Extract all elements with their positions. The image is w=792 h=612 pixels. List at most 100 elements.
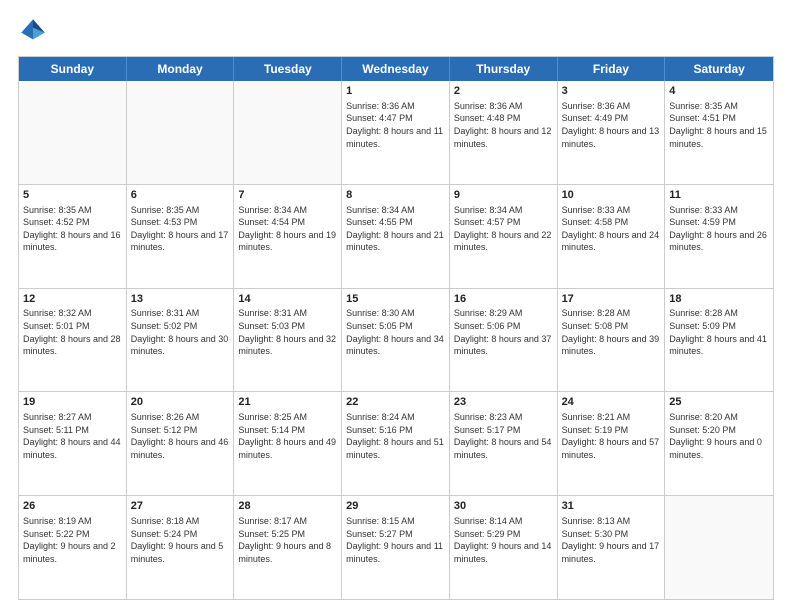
calendar-row: 1Sunrise: 8:36 AM Sunset: 4:47 PM Daylig… (19, 81, 773, 184)
calendar-day-13: 13Sunrise: 8:31 AM Sunset: 5:02 PM Dayli… (127, 289, 235, 392)
calendar-day-26: 26Sunrise: 8:19 AM Sunset: 5:22 PM Dayli… (19, 496, 127, 599)
calendar-day-10: 10Sunrise: 8:33 AM Sunset: 4:58 PM Dayli… (558, 185, 666, 288)
sun-info: Sunrise: 8:20 AM Sunset: 5:20 PM Dayligh… (669, 411, 769, 461)
day-number: 31 (562, 499, 661, 514)
calendar-day-29: 29Sunrise: 8:15 AM Sunset: 5:27 PM Dayli… (342, 496, 450, 599)
calendar-empty-cell (665, 496, 773, 599)
sun-info: Sunrise: 8:28 AM Sunset: 5:09 PM Dayligh… (669, 307, 769, 357)
day-number: 24 (562, 395, 661, 410)
day-number: 13 (131, 292, 230, 307)
calendar-row: 26Sunrise: 8:19 AM Sunset: 5:22 PM Dayli… (19, 495, 773, 599)
day-number: 8 (346, 188, 445, 203)
day-number: 19 (23, 395, 122, 410)
day-number: 5 (23, 188, 122, 203)
sun-info: Sunrise: 8:13 AM Sunset: 5:30 PM Dayligh… (562, 515, 661, 565)
day-number: 3 (562, 84, 661, 99)
day-number: 15 (346, 292, 445, 307)
weekday-header: Sunday (19, 57, 127, 81)
sun-info: Sunrise: 8:35 AM Sunset: 4:51 PM Dayligh… (669, 100, 769, 150)
sun-info: Sunrise: 8:19 AM Sunset: 5:22 PM Dayligh… (23, 515, 122, 565)
day-number: 14 (238, 292, 337, 307)
calendar-empty-cell (127, 81, 235, 184)
sun-info: Sunrise: 8:36 AM Sunset: 4:49 PM Dayligh… (562, 100, 661, 150)
calendar-empty-cell (234, 81, 342, 184)
calendar-day-2: 2Sunrise: 8:36 AM Sunset: 4:48 PM Daylig… (450, 81, 558, 184)
day-number: 17 (562, 292, 661, 307)
calendar-day-27: 27Sunrise: 8:18 AM Sunset: 5:24 PM Dayli… (127, 496, 235, 599)
calendar-day-28: 28Sunrise: 8:17 AM Sunset: 5:25 PM Dayli… (234, 496, 342, 599)
day-number: 22 (346, 395, 445, 410)
sun-info: Sunrise: 8:33 AM Sunset: 4:58 PM Dayligh… (562, 204, 661, 254)
calendar-day-11: 11Sunrise: 8:33 AM Sunset: 4:59 PM Dayli… (665, 185, 773, 288)
sun-info: Sunrise: 8:31 AM Sunset: 5:03 PM Dayligh… (238, 307, 337, 357)
calendar-day-31: 31Sunrise: 8:13 AM Sunset: 5:30 PM Dayli… (558, 496, 666, 599)
weekday-header: Monday (127, 57, 235, 81)
sun-info: Sunrise: 8:34 AM Sunset: 4:55 PM Dayligh… (346, 204, 445, 254)
day-number: 10 (562, 188, 661, 203)
logo (18, 16, 52, 46)
sun-info: Sunrise: 8:34 AM Sunset: 4:54 PM Dayligh… (238, 204, 337, 254)
day-number: 6 (131, 188, 230, 203)
calendar-row: 19Sunrise: 8:27 AM Sunset: 5:11 PM Dayli… (19, 391, 773, 495)
calendar-day-8: 8Sunrise: 8:34 AM Sunset: 4:55 PM Daylig… (342, 185, 450, 288)
day-number: 27 (131, 499, 230, 514)
day-number: 7 (238, 188, 337, 203)
header (18, 16, 774, 46)
sun-info: Sunrise: 8:15 AM Sunset: 5:27 PM Dayligh… (346, 515, 445, 565)
weekday-header: Tuesday (234, 57, 342, 81)
day-number: 12 (23, 292, 122, 307)
day-number: 21 (238, 395, 337, 410)
calendar-day-30: 30Sunrise: 8:14 AM Sunset: 5:29 PM Dayli… (450, 496, 558, 599)
day-number: 28 (238, 499, 337, 514)
day-number: 11 (669, 188, 769, 203)
day-number: 9 (454, 188, 553, 203)
sun-info: Sunrise: 8:27 AM Sunset: 5:11 PM Dayligh… (23, 411, 122, 461)
sun-info: Sunrise: 8:36 AM Sunset: 4:47 PM Dayligh… (346, 100, 445, 150)
day-number: 23 (454, 395, 553, 410)
sun-info: Sunrise: 8:24 AM Sunset: 5:16 PM Dayligh… (346, 411, 445, 461)
sun-info: Sunrise: 8:35 AM Sunset: 4:52 PM Dayligh… (23, 204, 122, 254)
sun-info: Sunrise: 8:17 AM Sunset: 5:25 PM Dayligh… (238, 515, 337, 565)
weekday-header: Thursday (450, 57, 558, 81)
sun-info: Sunrise: 8:28 AM Sunset: 5:08 PM Dayligh… (562, 307, 661, 357)
sun-info: Sunrise: 8:32 AM Sunset: 5:01 PM Dayligh… (23, 307, 122, 357)
sun-info: Sunrise: 8:33 AM Sunset: 4:59 PM Dayligh… (669, 204, 769, 254)
calendar-empty-cell (19, 81, 127, 184)
calendar-row: 5Sunrise: 8:35 AM Sunset: 4:52 PM Daylig… (19, 184, 773, 288)
calendar: SundayMondayTuesdayWednesdayThursdayFrid… (18, 56, 774, 600)
day-number: 25 (669, 395, 769, 410)
calendar-day-14: 14Sunrise: 8:31 AM Sunset: 5:03 PM Dayli… (234, 289, 342, 392)
weekday-header: Saturday (665, 57, 773, 81)
sun-info: Sunrise: 8:26 AM Sunset: 5:12 PM Dayligh… (131, 411, 230, 461)
sun-info: Sunrise: 8:14 AM Sunset: 5:29 PM Dayligh… (454, 515, 553, 565)
calendar-header: SundayMondayTuesdayWednesdayThursdayFrid… (19, 57, 773, 81)
calendar-day-25: 25Sunrise: 8:20 AM Sunset: 5:20 PM Dayli… (665, 392, 773, 495)
day-number: 30 (454, 499, 553, 514)
calendar-day-17: 17Sunrise: 8:28 AM Sunset: 5:08 PM Dayli… (558, 289, 666, 392)
calendar-day-24: 24Sunrise: 8:21 AM Sunset: 5:19 PM Dayli… (558, 392, 666, 495)
calendar-day-6: 6Sunrise: 8:35 AM Sunset: 4:53 PM Daylig… (127, 185, 235, 288)
calendar-day-9: 9Sunrise: 8:34 AM Sunset: 4:57 PM Daylig… (450, 185, 558, 288)
calendar-row: 12Sunrise: 8:32 AM Sunset: 5:01 PM Dayli… (19, 288, 773, 392)
calendar-day-5: 5Sunrise: 8:35 AM Sunset: 4:52 PM Daylig… (19, 185, 127, 288)
day-number: 18 (669, 292, 769, 307)
calendar-day-1: 1Sunrise: 8:36 AM Sunset: 4:47 PM Daylig… (342, 81, 450, 184)
sun-info: Sunrise: 8:29 AM Sunset: 5:06 PM Dayligh… (454, 307, 553, 357)
sun-info: Sunrise: 8:34 AM Sunset: 4:57 PM Dayligh… (454, 204, 553, 254)
calendar-day-3: 3Sunrise: 8:36 AM Sunset: 4:49 PM Daylig… (558, 81, 666, 184)
sun-info: Sunrise: 8:30 AM Sunset: 5:05 PM Dayligh… (346, 307, 445, 357)
calendar-body: 1Sunrise: 8:36 AM Sunset: 4:47 PM Daylig… (19, 81, 773, 599)
day-number: 4 (669, 84, 769, 99)
sun-info: Sunrise: 8:23 AM Sunset: 5:17 PM Dayligh… (454, 411, 553, 461)
weekday-header: Friday (558, 57, 666, 81)
sun-info: Sunrise: 8:35 AM Sunset: 4:53 PM Dayligh… (131, 204, 230, 254)
calendar-day-15: 15Sunrise: 8:30 AM Sunset: 5:05 PM Dayli… (342, 289, 450, 392)
calendar-day-22: 22Sunrise: 8:24 AM Sunset: 5:16 PM Dayli… (342, 392, 450, 495)
sun-info: Sunrise: 8:25 AM Sunset: 5:14 PM Dayligh… (238, 411, 337, 461)
calendar-day-7: 7Sunrise: 8:34 AM Sunset: 4:54 PM Daylig… (234, 185, 342, 288)
logo-icon (18, 16, 48, 46)
day-number: 16 (454, 292, 553, 307)
calendar-day-4: 4Sunrise: 8:35 AM Sunset: 4:51 PM Daylig… (665, 81, 773, 184)
day-number: 1 (346, 84, 445, 99)
day-number: 2 (454, 84, 553, 99)
